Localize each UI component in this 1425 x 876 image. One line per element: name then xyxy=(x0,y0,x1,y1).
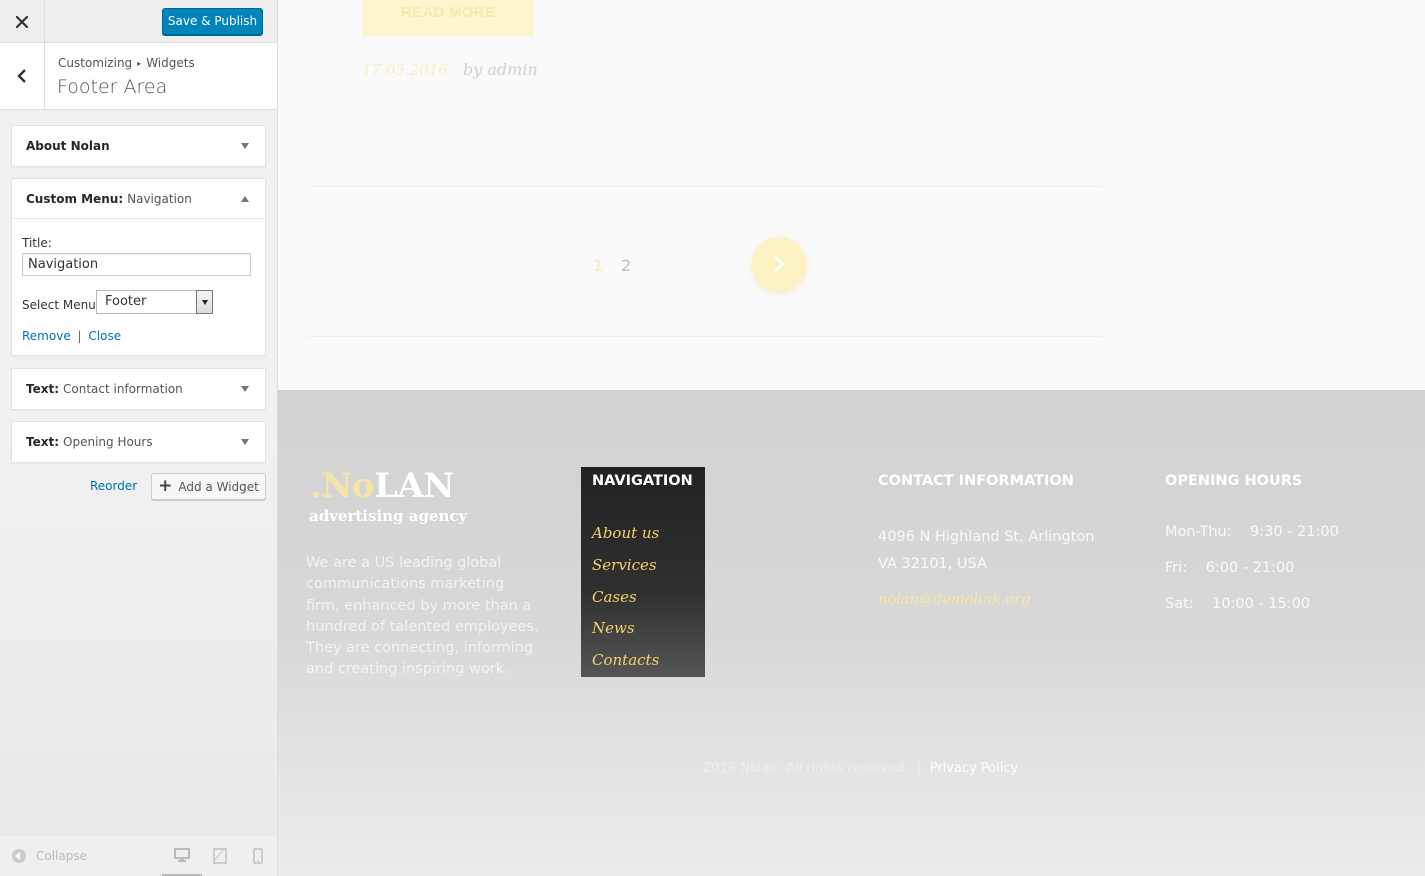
divider xyxy=(308,186,1103,187)
actions-separator: | xyxy=(77,329,82,343)
widget-opening-hours: Text: Opening Hours xyxy=(11,421,266,463)
widget-header[interactable]: Text: Opening Hours xyxy=(12,422,265,462)
chevron-down-icon[interactable] xyxy=(241,439,249,445)
customizer-sidebar: Save & Publish Customizing ▸ Widgets Foote… xyxy=(0,0,278,876)
reorder-link[interactable]: Reorder xyxy=(90,479,137,493)
back-button[interactable] xyxy=(0,43,45,109)
copyright-text: 2016 Nolan. All rights reserved. xyxy=(703,761,909,776)
desktop-icon xyxy=(174,847,190,862)
close-customizer-button[interactable] xyxy=(0,0,45,43)
privacy-policy-link[interactable]: Privacy Policy xyxy=(930,761,1019,776)
widget-header[interactable]: About Nolan xyxy=(12,126,265,166)
nav-link-about-us[interactable]: About us xyxy=(592,524,659,542)
contact-email-link[interactable]: nolan@demolink.org xyxy=(878,592,1030,608)
caret-down-icon xyxy=(201,299,208,305)
title-label: Title: xyxy=(22,236,52,250)
save-publish-button[interactable]: Save & Publish xyxy=(162,8,263,35)
copyright: 2016 Nolan. All rights reserved. | Priva… xyxy=(703,761,1018,776)
widget-header[interactable]: Text: Contact information xyxy=(12,369,265,409)
breadcrumb-current: Widgets xyxy=(146,56,195,70)
widget-title: Custom Menu: xyxy=(26,191,124,206)
footer-navigation-widget: NAVIGATION About us Services Cases News … xyxy=(581,467,705,677)
pagination-next-button[interactable] xyxy=(752,237,806,291)
divider xyxy=(308,336,1103,337)
contact-heading: CONTACT INFORMATION xyxy=(878,473,1074,489)
widget-title: Text: xyxy=(26,382,60,396)
select-menu-label: Select Menu: xyxy=(22,298,100,312)
widget-header[interactable]: Custom Menu: Navigation xyxy=(12,179,265,219)
widget-title: Text: xyxy=(26,435,60,449)
chevron-right-icon xyxy=(774,256,785,272)
copyright-separator: | xyxy=(917,761,922,776)
nav-link-contacts[interactable]: Contacts xyxy=(592,651,659,669)
nav-link-services[interactable]: Services xyxy=(592,556,657,574)
menu-select[interactable]: Footer xyxy=(96,290,213,314)
contact-address-line-1: 4096 N Highland St, Arlington xyxy=(878,529,1095,545)
pagination-page-1[interactable]: 1 xyxy=(593,256,603,275)
nav-link-cases[interactable]: Cases xyxy=(592,588,637,606)
hours-heading: OPENING HOURS xyxy=(1165,473,1303,489)
site-preview: READ MORE 17.05.2016 by admin 1 2 .NoLAN… xyxy=(278,0,1425,876)
page-title: Footer Area xyxy=(57,76,168,98)
customizer-footer: Collapse xyxy=(0,834,277,876)
hours-row: Mon-Thu: 9:30 - 21:00 xyxy=(1165,524,1339,540)
widget-subtitle: Navigation xyxy=(127,191,192,206)
section-title-bar: Customizing ▸ Widgets Footer Area xyxy=(0,43,277,110)
preview-mobile-button[interactable] xyxy=(238,835,278,876)
menu-select-value: Footer xyxy=(105,294,147,309)
site-footer: .NoLAN advertising agency We are a US le… xyxy=(278,390,1425,876)
chevron-up-icon[interactable] xyxy=(241,196,249,202)
contact-address-line-2: VA 32101, USA xyxy=(878,556,987,572)
site-tagline: advertising agency xyxy=(309,507,468,525)
collapse-button[interactable]: Collapse xyxy=(12,849,87,863)
title-input[interactable] xyxy=(22,253,251,276)
logo-part-1: .No xyxy=(310,466,375,506)
widget-custom-menu: Custom Menu: Navigation Title: Select Me… xyxy=(11,178,266,356)
widget-about-nolan: About Nolan xyxy=(11,125,266,167)
breadcrumb-root: Customizing xyxy=(58,56,133,70)
collapse-label: Collapse xyxy=(36,849,87,863)
site-logo[interactable]: .NoLAN xyxy=(310,466,454,506)
widget-title: About Nolan xyxy=(26,139,110,153)
collapse-arrow-icon xyxy=(12,849,26,863)
add-widget-button[interactable]: + Add a Widget xyxy=(151,473,266,500)
preview-desktop-button[interactable] xyxy=(162,835,202,876)
pagination-page-2[interactable]: 2 xyxy=(621,256,631,275)
widget-subtitle: Opening Hours xyxy=(63,435,153,449)
close-icon xyxy=(16,15,28,28)
close-link[interactable]: Close xyxy=(88,329,121,343)
breadcrumb: Customizing ▸ Widgets xyxy=(58,56,195,70)
breadcrumb-separator-icon: ▸ xyxy=(137,59,142,68)
widget-contact-information: Text: Contact information xyxy=(11,368,266,410)
chevron-down-icon[interactable] xyxy=(241,143,249,149)
preview-tablet-button[interactable] xyxy=(200,835,240,876)
chevron-down-icon[interactable] xyxy=(241,386,249,392)
tablet-icon xyxy=(213,848,227,864)
nav-heading: NAVIGATION xyxy=(592,473,693,489)
plus-icon: + xyxy=(158,476,173,496)
add-widget-label: Add a Widget xyxy=(178,479,259,494)
about-text: We are a US leading global communication… xyxy=(306,555,539,678)
post-author: by admin xyxy=(463,60,538,79)
logo-part-2: LAN xyxy=(374,466,454,506)
chevron-left-icon xyxy=(17,69,26,83)
customizer-header: Save & Publish xyxy=(0,0,277,43)
select-arrow-button[interactable] xyxy=(196,290,213,314)
mobile-icon xyxy=(253,848,263,864)
contact-address: 4096 N Highland St, Arlington VA 32101, … xyxy=(878,524,1094,578)
read-more-button[interactable]: READ MORE xyxy=(362,0,534,36)
post-date: 17.05.2016 xyxy=(362,61,448,79)
remove-link[interactable]: Remove xyxy=(22,329,71,343)
nav-link-news[interactable]: News xyxy=(592,619,635,637)
hours-row: Sat: 10:00 - 15:00 xyxy=(1165,596,1311,612)
widget-actions: Remove | Close xyxy=(22,329,121,343)
widget-subtitle: Contact information xyxy=(63,382,183,396)
hours-row: Fri: 6:00 - 21:00 xyxy=(1165,560,1295,576)
